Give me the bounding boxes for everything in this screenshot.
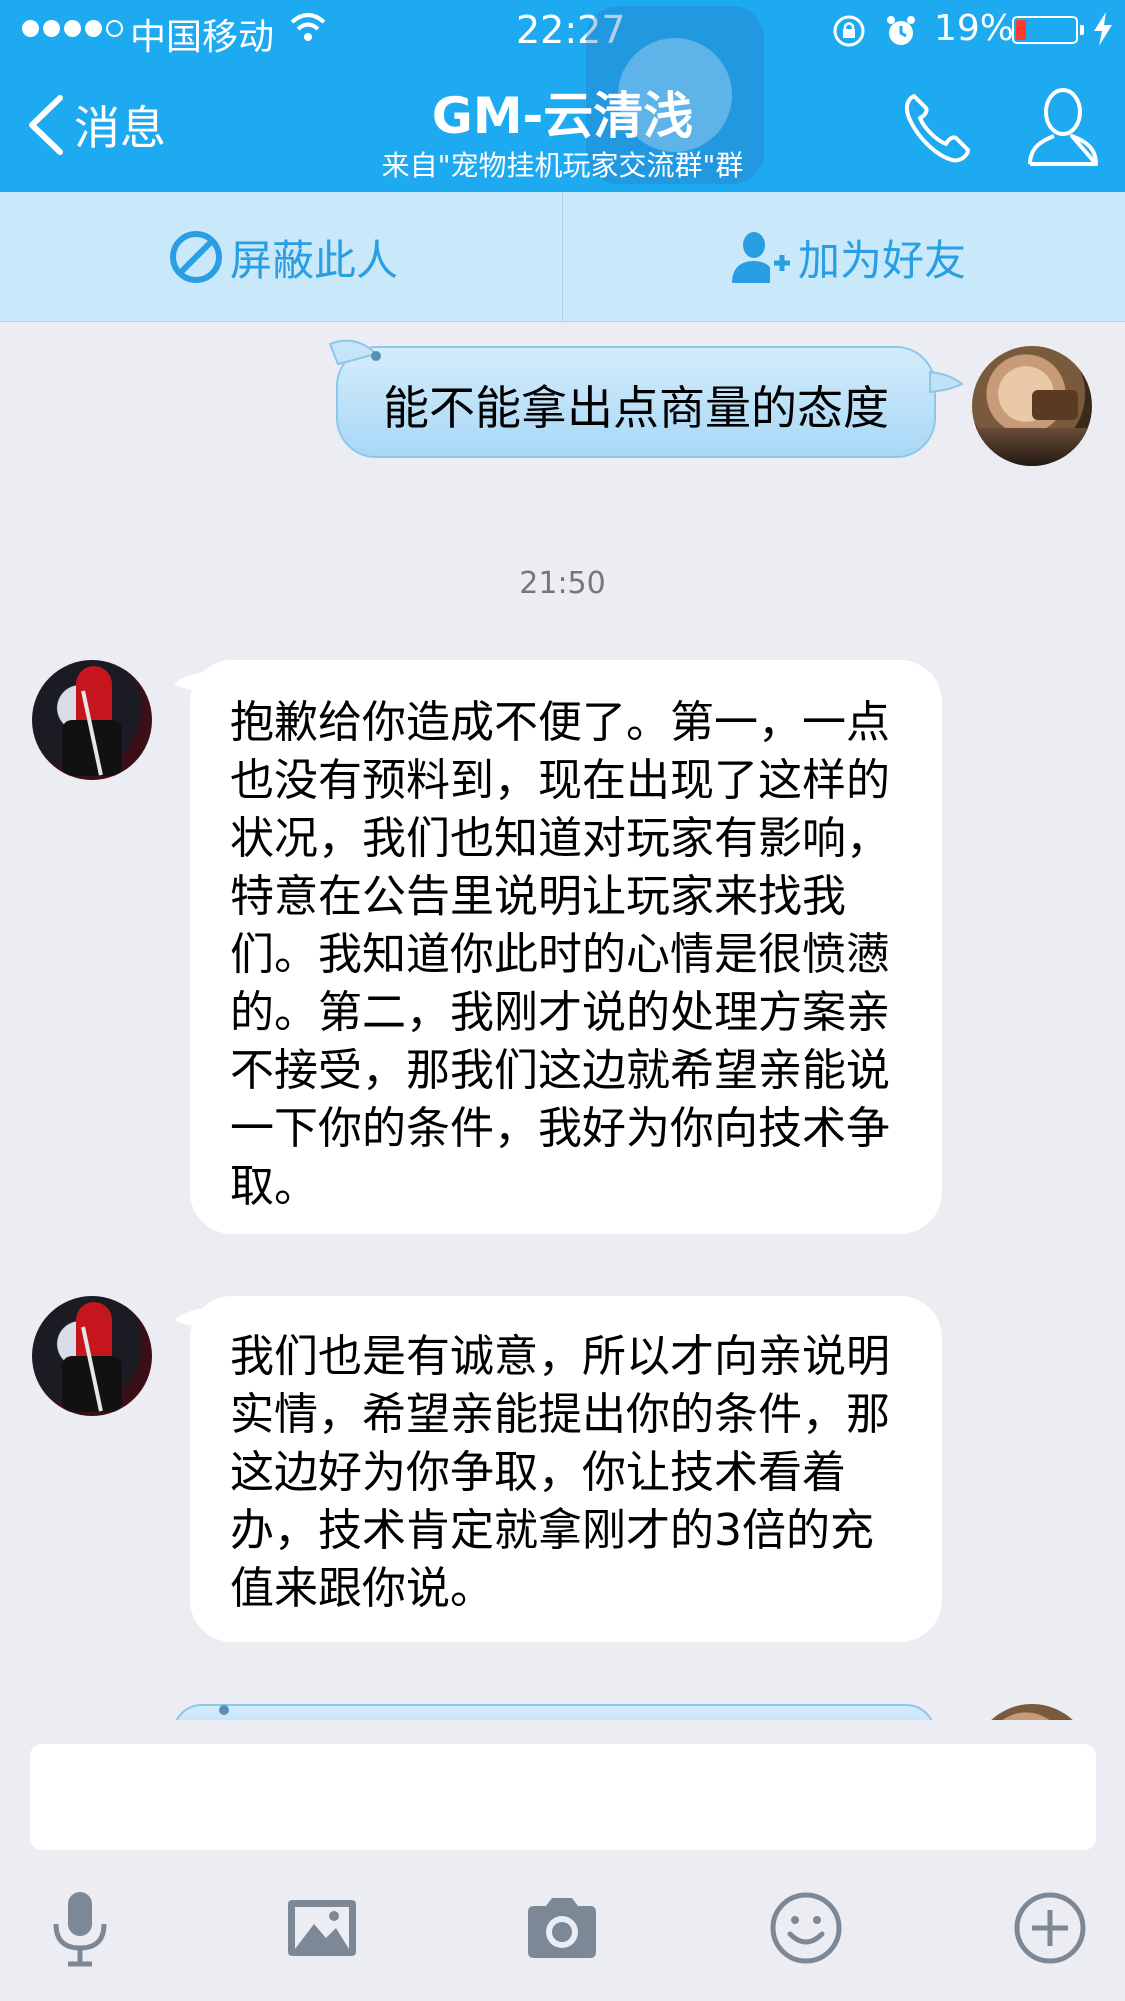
- charging-icon: [1094, 12, 1112, 46]
- alarm-icon: [887, 16, 915, 45]
- gm-avatar[interactable]: [32, 660, 152, 780]
- battery-icon: [1012, 16, 1084, 44]
- plus-icon[interactable]: [1010, 1888, 1090, 1968]
- block-user-button[interactable]: 屏蔽此人: [168, 192, 398, 322]
- timestamp: 21:50: [519, 566, 606, 601]
- my-avatar-partial[interactable]: [972, 1704, 1092, 1720]
- wifi-icon: [290, 13, 326, 41]
- message-input[interactable]: [30, 1744, 1096, 1850]
- add-friend-button[interactable]: 加为好友: [730, 192, 966, 322]
- message-text: 我们也是有诚意，所以才向亲说明实情，希望亲能提出你的条件，那这边好为你争取，你让…: [230, 1331, 890, 1614]
- received-message-bubble[interactable]: 抱歉给你造成不便了。第一，一点也没有预料到，现在出现了这样的状况，我们也知道对玩…: [190, 660, 942, 1234]
- message-text: 抱歉给你造成不便了。第一，一点也没有预料到，现在出现了这样的状况，我们也知道对玩…: [230, 697, 890, 1212]
- received-message-bubble[interactable]: 我们也是有诚意，所以才向亲说明实情，希望亲能提出你的条件，那这边好为你争取，你让…: [190, 1296, 942, 1642]
- gm-avatar[interactable]: [32, 1296, 152, 1416]
- add-friend-label: 加为好友: [798, 235, 967, 285]
- emoji-icon[interactable]: [766, 1888, 846, 1968]
- bubble-tail: [328, 339, 381, 366]
- rotation-lock-icon: [833, 15, 865, 47]
- bubble-tail: [219, 1705, 229, 1715]
- sent-message-bubble[interactable]: 能不能拿出点商量的态度: [336, 346, 936, 458]
- carrier-name: 中国移动: [130, 17, 275, 58]
- block-icon: [170, 231, 222, 283]
- camera-icon[interactable]: [522, 1888, 602, 1968]
- input-area: [0, 1720, 1125, 2001]
- bubble-tail: [929, 370, 964, 394]
- profile-icon[interactable]: [1026, 84, 1100, 168]
- add-friend-icon: [732, 232, 790, 283]
- action-bar: 屏蔽此人 加为好友: [0, 192, 1125, 322]
- block-user-label: 屏蔽此人: [230, 235, 399, 285]
- microphone-icon[interactable]: [40, 1888, 120, 1968]
- battery-percent: 19%: [934, 8, 1015, 49]
- signal-strength-icon: [22, 20, 123, 37]
- message-text: 能不能拿出点商量的态度: [383, 381, 889, 435]
- image-icon[interactable]: [282, 1888, 362, 1968]
- my-avatar[interactable]: [972, 346, 1092, 466]
- divider: [562, 192, 563, 322]
- message-list[interactable]: 能不能拿出点商量的态度 21:50 抱歉给你造成不便了。第一，一点也没有预料到，…: [0, 322, 1125, 1720]
- status-bar: 中国移动 22:27 19%: [0, 0, 1125, 60]
- chat-header: 中国移动 22:27 19% 消息 GM-云清浅 来自"宠物挂机玩家交流群"群: [0, 0, 1125, 192]
- sent-message-bubble-partial[interactable]: [172, 1704, 936, 1720]
- phone-icon[interactable]: [900, 90, 974, 164]
